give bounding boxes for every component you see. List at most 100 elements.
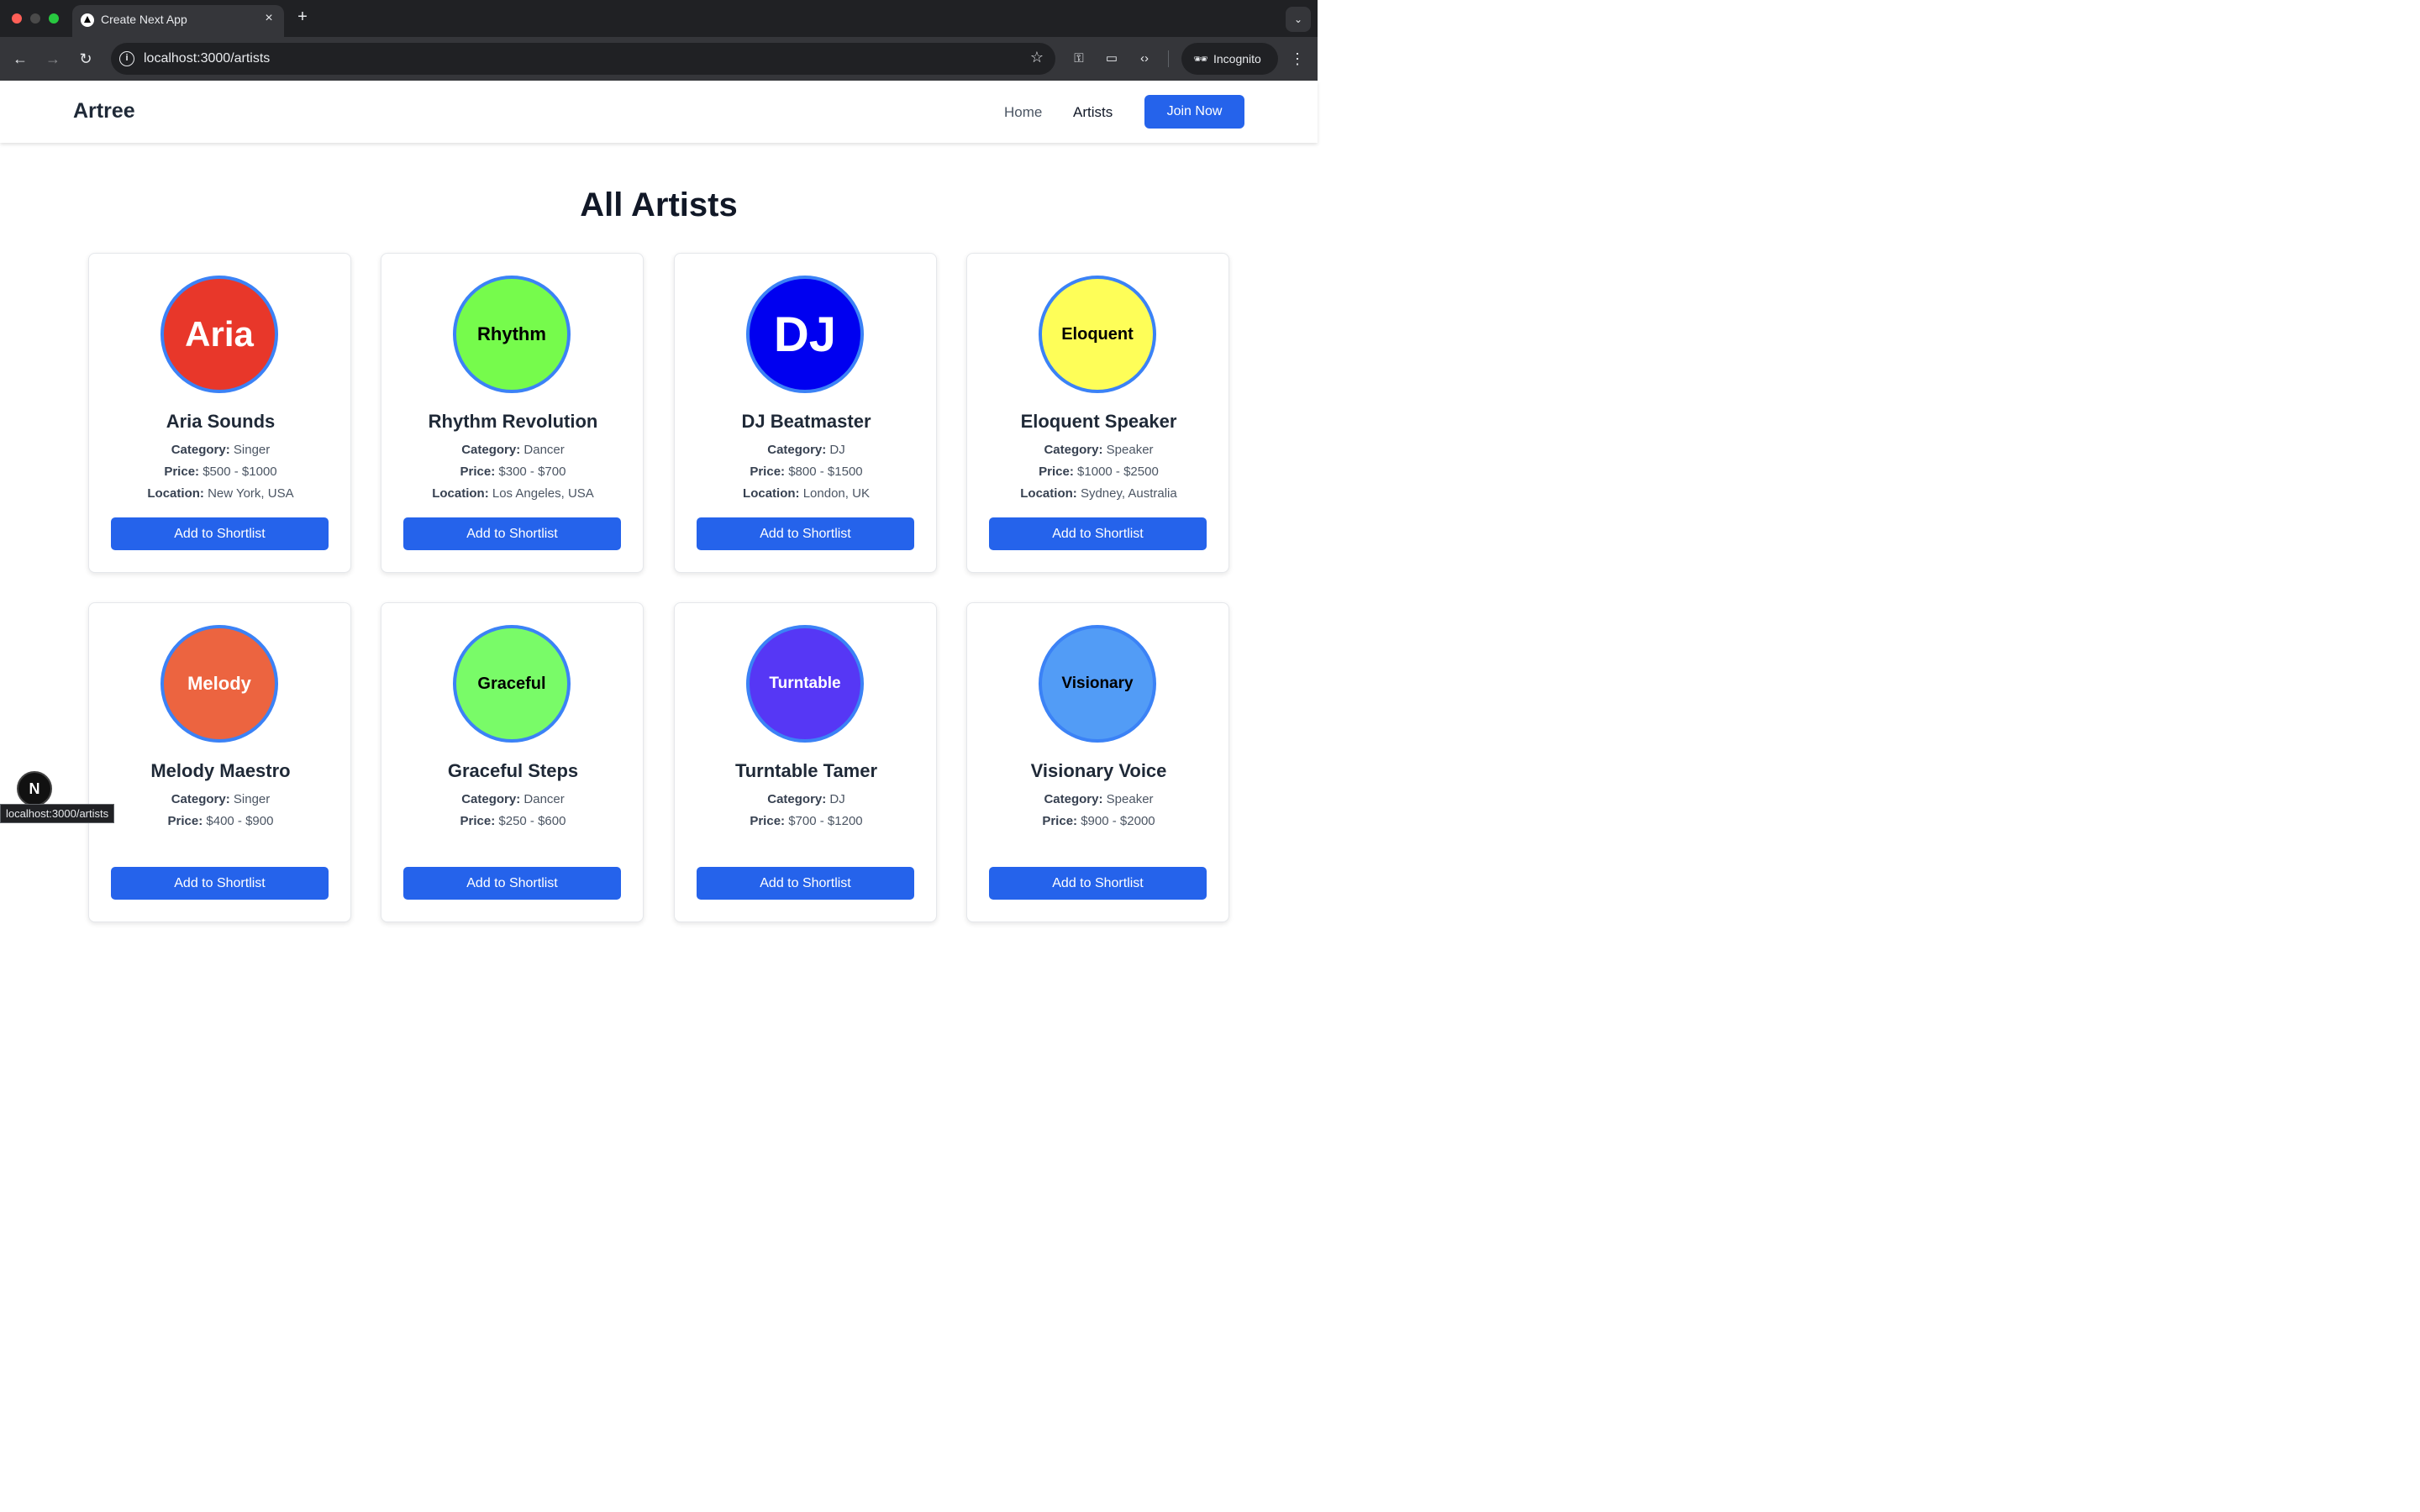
price-value: $250 - $600	[498, 814, 566, 828]
category-label: Category:	[1044, 443, 1103, 457]
add-to-shortlist-button[interactable]: Add to Shortlist	[989, 517, 1207, 550]
incognito-profile-button[interactable]: 🕶 Incognito	[1181, 43, 1278, 75]
artist-avatar: DJ	[746, 276, 864, 393]
artist-card: Graceful Graceful Steps Category: Dancer…	[381, 602, 644, 922]
bookmark-star-icon[interactable]: ☆	[1030, 49, 1044, 66]
artist-avatar: Melody	[160, 625, 278, 743]
window-close-button[interactable]	[12, 13, 22, 24]
artist-avatar-text: DJ	[773, 307, 837, 362]
artist-avatar: Graceful	[453, 625, 571, 743]
price-value: $900 - $2000	[1081, 814, 1155, 828]
artist-price: Price: $900 - $2000	[967, 814, 1230, 828]
artist-avatar: Rhythm	[453, 276, 571, 393]
forward-arrow-icon[interactable]: →	[43, 49, 63, 69]
price-label: Price:	[750, 465, 786, 479]
artist-name: Eloquent Speaker	[1020, 411, 1177, 432]
brand-logo[interactable]: Artree	[73, 99, 135, 123]
join-now-button[interactable]: Join Now	[1144, 95, 1244, 129]
artist-location: Location: Sydney, Australia	[967, 486, 1230, 501]
site-info-icon[interactable]: i	[119, 51, 134, 66]
price-value: $1000 - $2500	[1077, 465, 1159, 479]
price-value: $700 - $1200	[788, 814, 863, 828]
nav-artists-link[interactable]: Artists	[1073, 104, 1113, 121]
nav-home-link[interactable]: Home	[1004, 104, 1042, 121]
category-value: Dancer	[523, 443, 565, 457]
price-label: Price:	[164, 465, 200, 479]
category-label: Category:	[1044, 792, 1103, 806]
artist-category: Category: DJ	[675, 443, 938, 457]
add-to-shortlist-button[interactable]: Add to Shortlist	[111, 867, 329, 900]
artist-card: Visionary Visionary Voice Category: Spea…	[966, 602, 1229, 922]
artist-location: Location: New York, USA	[89, 486, 352, 501]
devtools-code-icon[interactable]: ‹›	[1134, 49, 1155, 69]
nextjs-dev-indicator-icon[interactable]: N	[17, 771, 52, 806]
category-label: Category:	[461, 443, 521, 457]
artist-category: Category: Dancer	[381, 792, 644, 806]
artist-avatar-text: Melody	[187, 673, 251, 694]
artist-name: Aria Sounds	[166, 411, 276, 432]
artist-avatar-text: Turntable	[769, 675, 841, 692]
add-to-shortlist-button[interactable]: Add to Shortlist	[697, 867, 914, 900]
artist-card: Rhythm Rhythm Revolution Category: Dance…	[381, 253, 644, 573]
artist-category: Category: DJ	[675, 792, 938, 806]
price-value: $400 - $900	[206, 814, 274, 828]
add-to-shortlist-button[interactable]: Add to Shortlist	[403, 517, 621, 550]
price-label: Price:	[460, 814, 496, 828]
artist-name: Melody Maestro	[150, 760, 291, 781]
add-to-shortlist-button[interactable]: Add to Shortlist	[403, 867, 621, 900]
back-arrow-icon[interactable]: ←	[10, 49, 30, 69]
artist-card: Eloquent Eloquent Speaker Category: Spea…	[966, 253, 1229, 573]
price-label: Price:	[1042, 814, 1078, 828]
artist-price: Price: $800 - $1500	[675, 465, 938, 479]
price-label: Price:	[460, 465, 496, 479]
artist-category: Category: Singer	[89, 792, 352, 806]
location-value: New York, USA	[208, 486, 294, 501]
add-to-shortlist-button[interactable]: Add to Shortlist	[111, 517, 329, 550]
price-label: Price:	[750, 814, 786, 828]
category-value: Singer	[233, 443, 271, 457]
artist-card: DJ DJ Beatmaster Category: DJ Price: $80…	[674, 253, 937, 573]
location-value: London, UK	[802, 486, 870, 501]
location-label: Location:	[743, 486, 800, 501]
location-label: Location:	[432, 486, 489, 501]
tab-search-button[interactable]: ⌄	[1286, 7, 1311, 32]
location-value: Sydney, Australia	[1080, 486, 1177, 501]
artist-name: DJ Beatmaster	[741, 411, 871, 432]
artist-avatar-text: Visionary	[1061, 675, 1134, 692]
artist-name: Rhythm Revolution	[428, 411, 598, 432]
new-tab-button[interactable]: +	[294, 8, 311, 27]
artist-avatar-text: Rhythm	[477, 323, 546, 344]
artist-price: Price: $1000 - $2500	[967, 465, 1230, 479]
artist-price: Price: $250 - $600	[381, 814, 644, 828]
artist-category: Category: Speaker	[967, 443, 1230, 457]
location-value: Los Angeles, USA	[492, 486, 594, 501]
category-label: Category:	[171, 443, 230, 457]
cast-icon[interactable]: ▭	[1102, 49, 1122, 69]
artist-card: Turntable Turntable Tamer Category: DJ P…	[674, 602, 937, 922]
tab-close-icon[interactable]: ×	[260, 11, 277, 26]
reload-icon[interactable]: ↻	[76, 49, 96, 69]
window-zoom-button[interactable]	[49, 13, 59, 24]
address-bar-url[interactable]: localhost:3000/artists	[144, 51, 270, 66]
artist-price: Price: $700 - $1200	[675, 814, 938, 828]
incognito-label: Incognito	[1213, 52, 1261, 66]
address-bar[interactable]: i localhost:3000/artists ☆	[111, 43, 1055, 75]
window-minimize-button[interactable]	[30, 13, 40, 24]
browser-tab[interactable]: Create Next App ×	[72, 5, 284, 37]
add-to-shortlist-button[interactable]: Add to Shortlist	[697, 517, 914, 550]
add-to-shortlist-button[interactable]: Add to Shortlist	[989, 867, 1207, 900]
category-value: Singer	[233, 792, 271, 806]
artist-location: Location: Los Angeles, USA	[381, 486, 644, 501]
site-header: Artree Home Artists Join Now	[0, 81, 1318, 143]
incognito-icon: 🕶	[1193, 52, 1208, 66]
password-key-icon[interactable]: ⚿	[1069, 49, 1089, 69]
artist-name: Visionary Voice	[1030, 760, 1167, 781]
artist-avatar-text: Eloquent	[1061, 324, 1134, 344]
browser-menu-icon[interactable]: ⋮	[1289, 49, 1306, 69]
artist-avatar: Visionary	[1039, 625, 1156, 743]
artist-name: Turntable Tamer	[734, 760, 878, 781]
artist-card: Aria Aria Sounds Category: Singer Price:…	[88, 253, 351, 573]
category-value: Dancer	[523, 792, 565, 806]
category-value: Speaker	[1106, 443, 1154, 457]
artist-avatar-text: Aria	[185, 314, 254, 354]
